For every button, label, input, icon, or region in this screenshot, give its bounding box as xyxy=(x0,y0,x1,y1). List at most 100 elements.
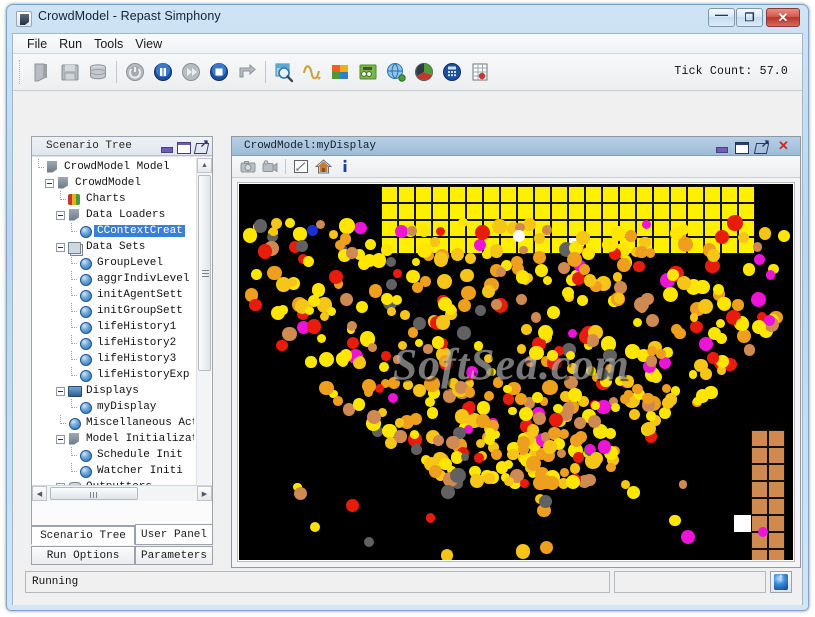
agent-dot xyxy=(406,269,420,283)
agent-dot xyxy=(586,334,600,348)
display-minimize-button[interactable] xyxy=(715,141,728,153)
tree-node[interactable]: lifeHistory3 xyxy=(34,350,194,367)
menu-run[interactable]: Run xyxy=(53,36,88,52)
tree-expander-icon[interactable] xyxy=(56,210,65,220)
menu-view[interactable]: View xyxy=(129,36,168,52)
add-display-button[interactable] xyxy=(327,59,353,85)
scroll-right-arrow-icon[interactable]: ▶ xyxy=(197,486,212,501)
agent-dot xyxy=(303,255,315,267)
tree-node[interactable]: CrowdModel Model xyxy=(34,159,194,175)
tree-node[interactable]: initAgentSett xyxy=(34,286,194,303)
tree-node[interactable]: aggrIndivLevel xyxy=(34,270,194,287)
status-indicator-button[interactable] xyxy=(770,571,792,593)
status-bar: Running xyxy=(25,569,792,595)
agent-dot xyxy=(420,276,432,288)
agent-dot xyxy=(304,305,314,316)
stop-button[interactable] xyxy=(206,59,232,85)
tree-horizontal-scrollbar[interactable]: ◀ ▶ xyxy=(32,485,212,501)
tree-minimize-button[interactable] xyxy=(160,141,173,153)
display-close-button[interactable] xyxy=(778,138,792,154)
agent-dot xyxy=(606,462,616,473)
tree-node[interactable]: CrowdModel xyxy=(34,175,194,191)
tree-float-button[interactable] xyxy=(195,137,209,153)
movie-button[interactable] xyxy=(260,157,280,176)
tree-node[interactable]: Data Sets xyxy=(34,239,194,255)
tree-expander-icon[interactable] xyxy=(56,242,65,252)
maximize-button[interactable]: ❐ xyxy=(736,8,763,27)
model-icon xyxy=(56,177,71,190)
display-float-button[interactable] xyxy=(755,137,770,153)
data-table-button[interactable] xyxy=(467,59,493,85)
tree-expander-icon[interactable] xyxy=(45,178,54,188)
agent-dot xyxy=(358,257,371,270)
database-button[interactable] xyxy=(85,59,111,85)
tree-node[interactable]: lifeHistoryExp xyxy=(34,366,194,383)
tree-node[interactable]: lifeHistory1 xyxy=(34,318,194,335)
add-gis-button[interactable] xyxy=(383,59,409,85)
info-button[interactable] xyxy=(335,157,355,176)
inspect-button[interactable] xyxy=(271,59,297,85)
tab-run-options[interactable]: Run Options xyxy=(31,546,135,565)
pause-button[interactable] xyxy=(150,59,176,85)
tree-node-label: initAgentSett xyxy=(97,289,183,301)
tree-node[interactable]: Data Loaders xyxy=(34,207,194,223)
step-button[interactable] xyxy=(178,59,204,85)
agent-dot xyxy=(394,430,407,443)
reset-button[interactable] xyxy=(234,59,260,85)
tab-scenario-tree[interactable]: Scenario Tree xyxy=(31,526,135,545)
agent-dot xyxy=(646,411,656,421)
tick-count-label: Tick Count: 57.0 xyxy=(674,65,788,78)
tree-node[interactable]: CContextCreat xyxy=(34,222,194,239)
scroll-left-arrow-icon[interactable]: ◀ xyxy=(32,486,47,501)
init-run-button[interactable] xyxy=(122,59,148,85)
tree-vertical-scrollbar[interactable]: ▲ ▼ xyxy=(196,158,212,500)
calculator-button[interactable] xyxy=(439,59,465,85)
tree-expander-icon[interactable] xyxy=(56,386,65,396)
agent-dot xyxy=(633,260,645,273)
menu-file[interactable]: File xyxy=(21,36,53,52)
toolbar-drag-handle[interactable] xyxy=(19,60,23,84)
tree-node[interactable]: Miscellaneous Act xyxy=(34,414,194,431)
tree-connector-line xyxy=(67,222,77,236)
simulation-canvas-container[interactable]: SoftSea.com xyxy=(237,182,795,562)
tree-scrollbar-thumb[interactable] xyxy=(198,175,211,371)
tree-node[interactable]: Displays xyxy=(34,383,194,399)
tree-maximize-button[interactable] xyxy=(177,141,191,154)
obstacle-cell-right xyxy=(751,481,768,498)
save-scenario-button[interactable] xyxy=(57,59,83,85)
display-maximize-button[interactable] xyxy=(735,141,749,154)
close-button[interactable]: ✕ xyxy=(766,8,800,27)
add-piechart-button[interactable] xyxy=(411,59,437,85)
snapshot-button[interactable] xyxy=(238,157,258,176)
tree-node[interactable]: GroupLevel xyxy=(34,254,194,271)
simulation-canvas[interactable]: SoftSea.com xyxy=(239,184,793,560)
tree-node[interactable]: lifeHistory2 xyxy=(34,334,194,351)
tree-node[interactable]: Schedule Init xyxy=(34,446,194,463)
tree-node[interactable]: Watcher Initi xyxy=(34,462,194,479)
scroll-up-arrow-icon[interactable]: ▲ xyxy=(197,158,212,173)
agent-dot xyxy=(688,370,698,380)
tree-node[interactable]: initGroupSett xyxy=(34,302,194,319)
tree-expander-icon[interactable] xyxy=(56,434,65,444)
tree-node[interactable]: Charts xyxy=(34,190,194,207)
add-network-button[interactable] xyxy=(355,59,381,85)
agent-dot xyxy=(576,231,590,245)
obstacle-cell-top xyxy=(721,186,738,203)
agent-dot xyxy=(310,522,320,532)
add-chart-button[interactable] xyxy=(299,59,325,85)
tree-hscrollbar-thumb[interactable] xyxy=(50,487,138,500)
tab-parameters[interactable]: Parameters xyxy=(135,546,213,565)
edit-display-button[interactable] xyxy=(291,157,311,176)
tree-node[interactable]: Model Initializat xyxy=(34,431,194,447)
tree-node-label: lifeHistory1 xyxy=(97,321,177,333)
menu-tools[interactable]: Tools xyxy=(88,36,129,52)
agent-dot xyxy=(589,452,604,466)
obstacle-cell-top xyxy=(551,203,568,220)
home-view-button[interactable] xyxy=(313,157,333,176)
tree-connector-line xyxy=(67,270,77,284)
tree-node[interactable]: myDisplay xyxy=(34,398,194,415)
agent-dot xyxy=(590,400,600,410)
tab-user-panel[interactable]: User Panel xyxy=(135,524,213,545)
open-scenario-button[interactable] xyxy=(29,59,55,85)
minimize-button[interactable]: — xyxy=(708,8,735,27)
